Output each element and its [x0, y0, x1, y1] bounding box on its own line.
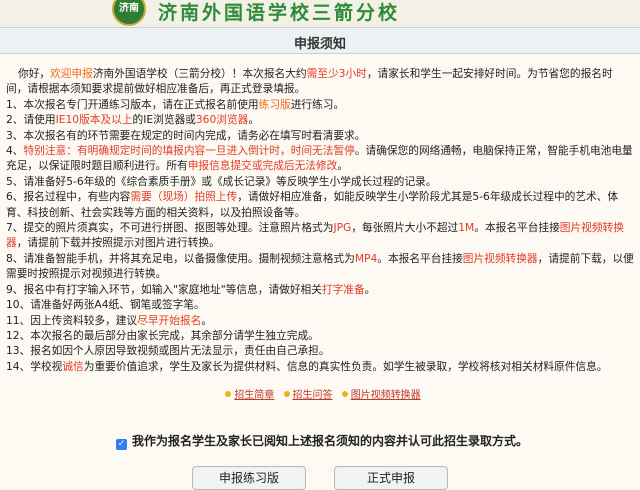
notice-item: 9、报名中有打字输入环节，如输入"家庭地址"等信息，请做好相关打字准备。 [6, 282, 376, 296]
bullet-icon [283, 391, 290, 397]
link-admission-guide[interactable]: 招生简章 [234, 390, 274, 401]
notice-item: 7、提交的照片须真实，不可进行拼图、抠图等处理。注意照片格式为JPG，每张照片大… [6, 221, 624, 250]
school-name: 济南外国语学校三箭分校 [158, 2, 401, 24]
notice-item: 13、报名如因个人原因导致视频或图片无法显示，责任由自己承担。 [6, 344, 330, 358]
bullet-icon [341, 391, 348, 397]
intro-highlight: 需至少3小时 [306, 67, 367, 80]
notice-item: 12、本次报名的最后部分由家长完成，其余部分请学生独立完成。 [6, 328, 319, 342]
link-admission-faq[interactable]: 招生问答 [293, 390, 333, 401]
agree-checkbox[interactable]: ✓ [116, 439, 127, 450]
notice-item: 5、请准备好5-6年级的《综合素质手册》或《成长记录》等反映学生小学成长过程的记… [6, 174, 437, 188]
header-banner: 济南 济南外国语学校三箭分校 [0, 0, 640, 27]
notice-item: 2、请使用IE10版本及以上的IE浏览器或360浏览器。 [6, 113, 260, 127]
notice-item: 6、报名过程中，有些内容需要（现场）拍照上传，请做好相应准备，如能反映学生小学阶… [6, 190, 619, 219]
notice-item: 11、因上传资料较多，建议尽早开始报名。 [6, 313, 213, 327]
agree-label: 我作为报名学生及家长已阅知上述报名须知的内容并认可此招生录取方式。 [132, 434, 529, 448]
intro-highlight: 欢迎申报 [50, 67, 93, 80]
school-logo: 济南 [112, 0, 146, 26]
notice-item: 10、请准备好两张A4纸、钢笔或签字笔。 [6, 298, 205, 312]
agreement-row: ✓ 我作为报名学生及家长已阅知上述报名须知的内容并认可此招生录取方式。 [116, 432, 528, 450]
notice-content: 你好，欢迎申报济南外国语学校（三箭分校）！本次报名大约需至少3小时，请家长和学生… [6, 66, 634, 374]
intro-text: 济南外国语学校（三箭分校）！本次报名大约 [92, 67, 307, 80]
notice-item: 3、本次报名有的环节需要在规定的时间内完成，请务必在填写时看清要求。 [6, 128, 366, 142]
related-links: 招生简章 招生问答 图片视频转换器 [0, 386, 640, 401]
intro-paragraph: 你好，欢迎申报济南外国语学校（三箭分校）！本次报名大约需至少3小时，请家长和学生… [6, 66, 634, 97]
title-bar: 申报须知 [0, 27, 640, 54]
practice-apply-button[interactable]: 申报练习版 [192, 466, 306, 490]
formal-apply-button[interactable]: 正式申报 [334, 466, 448, 490]
notice-item: 14、学校视诚信为重要价值追求，学生及家长为提供材料、信息的真实性负责。如学生被… [6, 359, 608, 373]
logo-text: 济南 [119, 3, 139, 14]
notice-item: 1、本次报名专门开通练习版本，请在正式报名前使用练习版进行练习。 [6, 97, 345, 111]
bullet-icon [225, 391, 232, 397]
page-title: 申报须知 [293, 37, 346, 52]
notice-item: 4、特别注意：有明确规定时间的填报内容一旦进入倒计时，时间无法暂停。请确保您的网… [6, 144, 633, 173]
intro-text: 你好， [18, 67, 51, 80]
link-media-converter[interactable]: 图片视频转换器 [351, 390, 421, 401]
notice-item: 8、请准备智能手机，并将其充足电，以备摄像使用。摄制视频注意格式为MP4。本报名… [6, 251, 634, 281]
